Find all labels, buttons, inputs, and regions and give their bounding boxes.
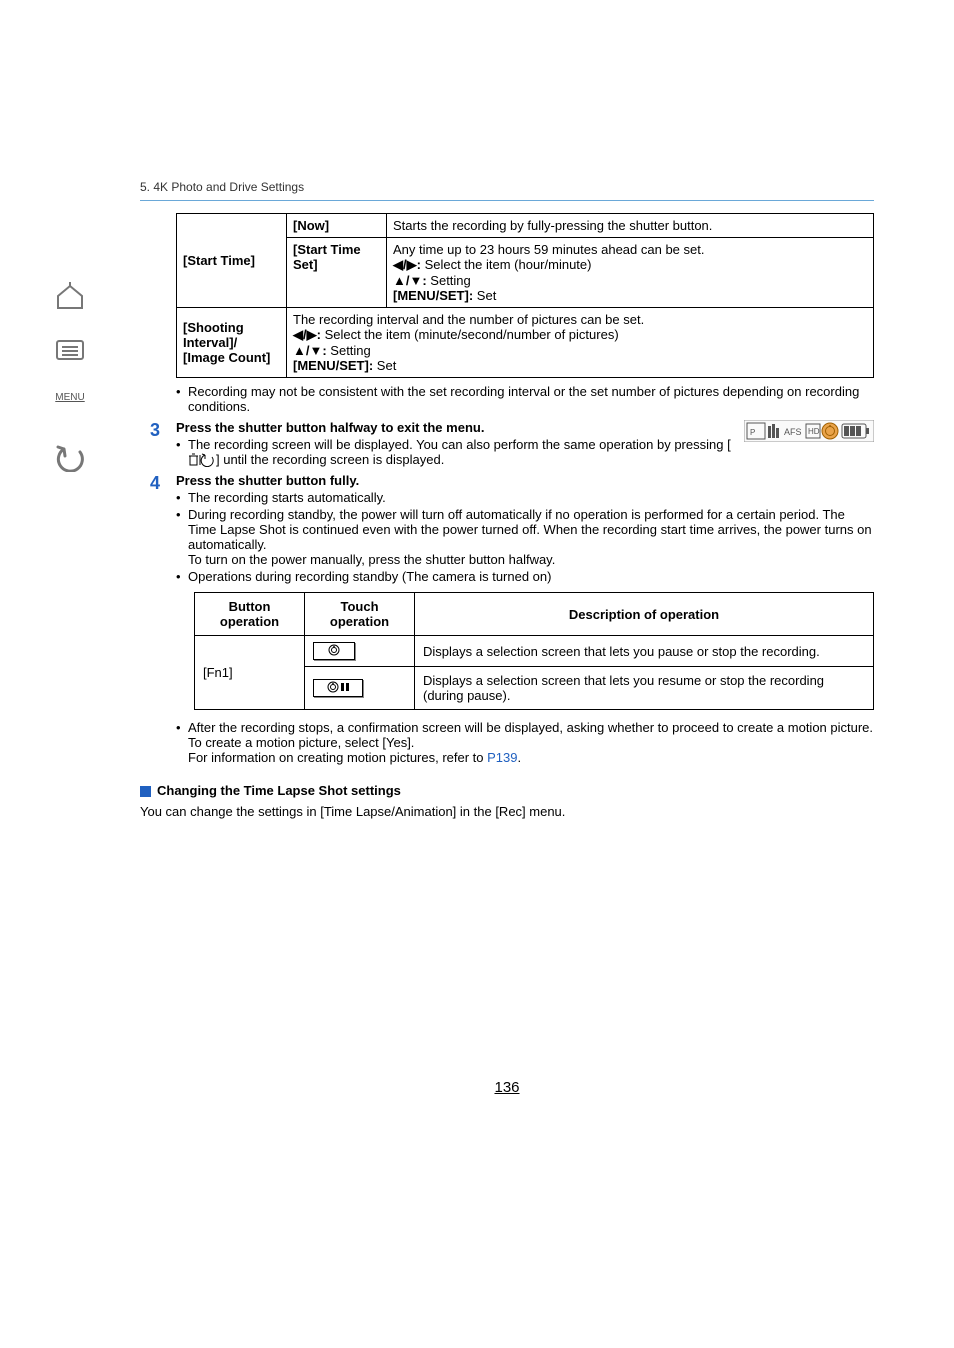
back-icon[interactable]	[50, 442, 90, 474]
ops-h2: Touch operation	[305, 593, 415, 636]
start-time-set-desc: Any time up to 23 hours 59 minutes ahead…	[387, 238, 874, 308]
menu-label: MENU	[55, 392, 84, 403]
step-4: 4 Press the shutter button fully. The re…	[140, 473, 874, 765]
ops-desc2: Displays a selection screen that lets yo…	[415, 667, 874, 710]
sidebar: MENU	[0, 0, 140, 1348]
step-3-sub: The recording screen will be displayed. …	[176, 437, 874, 467]
touch-resume-icon	[305, 667, 415, 710]
svg-text:AFS: AFS	[784, 427, 802, 437]
settings-table: [Start Time] [Now] Starts the recording …	[176, 213, 874, 378]
touch-pause-icon	[305, 636, 415, 667]
content: 5. 4K Photo and Drive Settings [Start Ti…	[140, 0, 954, 1348]
step-number: 4	[140, 473, 176, 765]
table-row: [Fn1] Displays a selection screen that l…	[195, 636, 874, 667]
menu-set-label: [MENU/SET]:	[393, 288, 473, 303]
svg-text:HD: HD	[808, 427, 820, 436]
table-row: Button operation Touch operation Descrip…	[195, 593, 874, 636]
start-time-set-label: [Start Time Set]	[287, 238, 387, 308]
after-note: After the recording stops, a confirmatio…	[176, 720, 874, 765]
table-row: [Start Time] [Now] Starts the recording …	[177, 214, 874, 238]
stset-line4: Set	[477, 288, 497, 303]
interval-line4: Set	[377, 358, 397, 373]
interval-desc: The recording interval and the number of…	[287, 308, 874, 378]
stset-line3: Setting	[430, 273, 470, 288]
menu-set-label: [MENU/SET]:	[293, 358, 373, 373]
ops-h1: Button operation	[195, 593, 305, 636]
ops-desc1: Displays a selection screen that lets yo…	[415, 636, 874, 667]
changing-body: You can change the settings in [Time Lap…	[140, 804, 874, 819]
step-4-title: Press the shutter button fully.	[176, 473, 874, 488]
square-bullet-icon	[140, 786, 151, 797]
interval-label: [Shooting Interval]/ [Image Count]	[177, 308, 287, 378]
up-down-arrow-icon: ▲/▼:	[393, 273, 430, 288]
up-down-arrow-icon: ▲/▼:	[293, 343, 330, 358]
chapter-header: 5. 4K Photo and Drive Settings	[140, 0, 874, 201]
page-link[interactable]: P139	[487, 750, 517, 765]
start-time-label: [Start Time]	[177, 214, 287, 308]
interval-line2: Select the item (minute/second/number of…	[325, 327, 619, 342]
ops-btn: [Fn1]	[195, 636, 305, 710]
stset-line2: Select the item (hour/minute)	[425, 257, 592, 272]
interval-line1: The recording interval and the number of…	[293, 312, 867, 327]
trash-return-icon	[188, 452, 216, 467]
now-label: [Now]	[287, 214, 387, 238]
svg-text:P: P	[750, 428, 755, 437]
interval-line3: Setting	[330, 343, 370, 358]
page-number: 136	[140, 1079, 874, 1096]
step-number: 3	[140, 420, 176, 467]
toc-icon[interactable]	[50, 334, 90, 366]
changing-heading: Changing the Time Lapse Shot settings	[140, 783, 874, 798]
left-right-arrow-icon: ◀/▶:	[293, 327, 325, 342]
table-row: [Shooting Interval]/ [Image Count] The r…	[177, 308, 874, 378]
ops-h3: Description of operation	[415, 593, 874, 636]
step-4-b2: During recording standby, the power will…	[176, 507, 874, 567]
home-icon[interactable]	[50, 280, 90, 312]
step-4-b1: The recording starts automatically.	[176, 490, 874, 505]
stset-line1: Any time up to 23 hours 59 minutes ahead…	[393, 242, 867, 257]
step-3: 3 P AFS HD Press the shutter button half…	[140, 420, 874, 467]
step-4-b3: Operations during recording standby (The…	[176, 569, 874, 584]
operations-table: Button operation Touch operation Descrip…	[194, 592, 874, 710]
recording-note: Recording may not be consistent with the…	[176, 384, 874, 414]
left-right-arrow-icon: ◀/▶:	[393, 257, 425, 272]
now-desc: Starts the recording by fully-pressing t…	[387, 214, 874, 238]
menu-icon[interactable]: MENU	[50, 388, 90, 420]
